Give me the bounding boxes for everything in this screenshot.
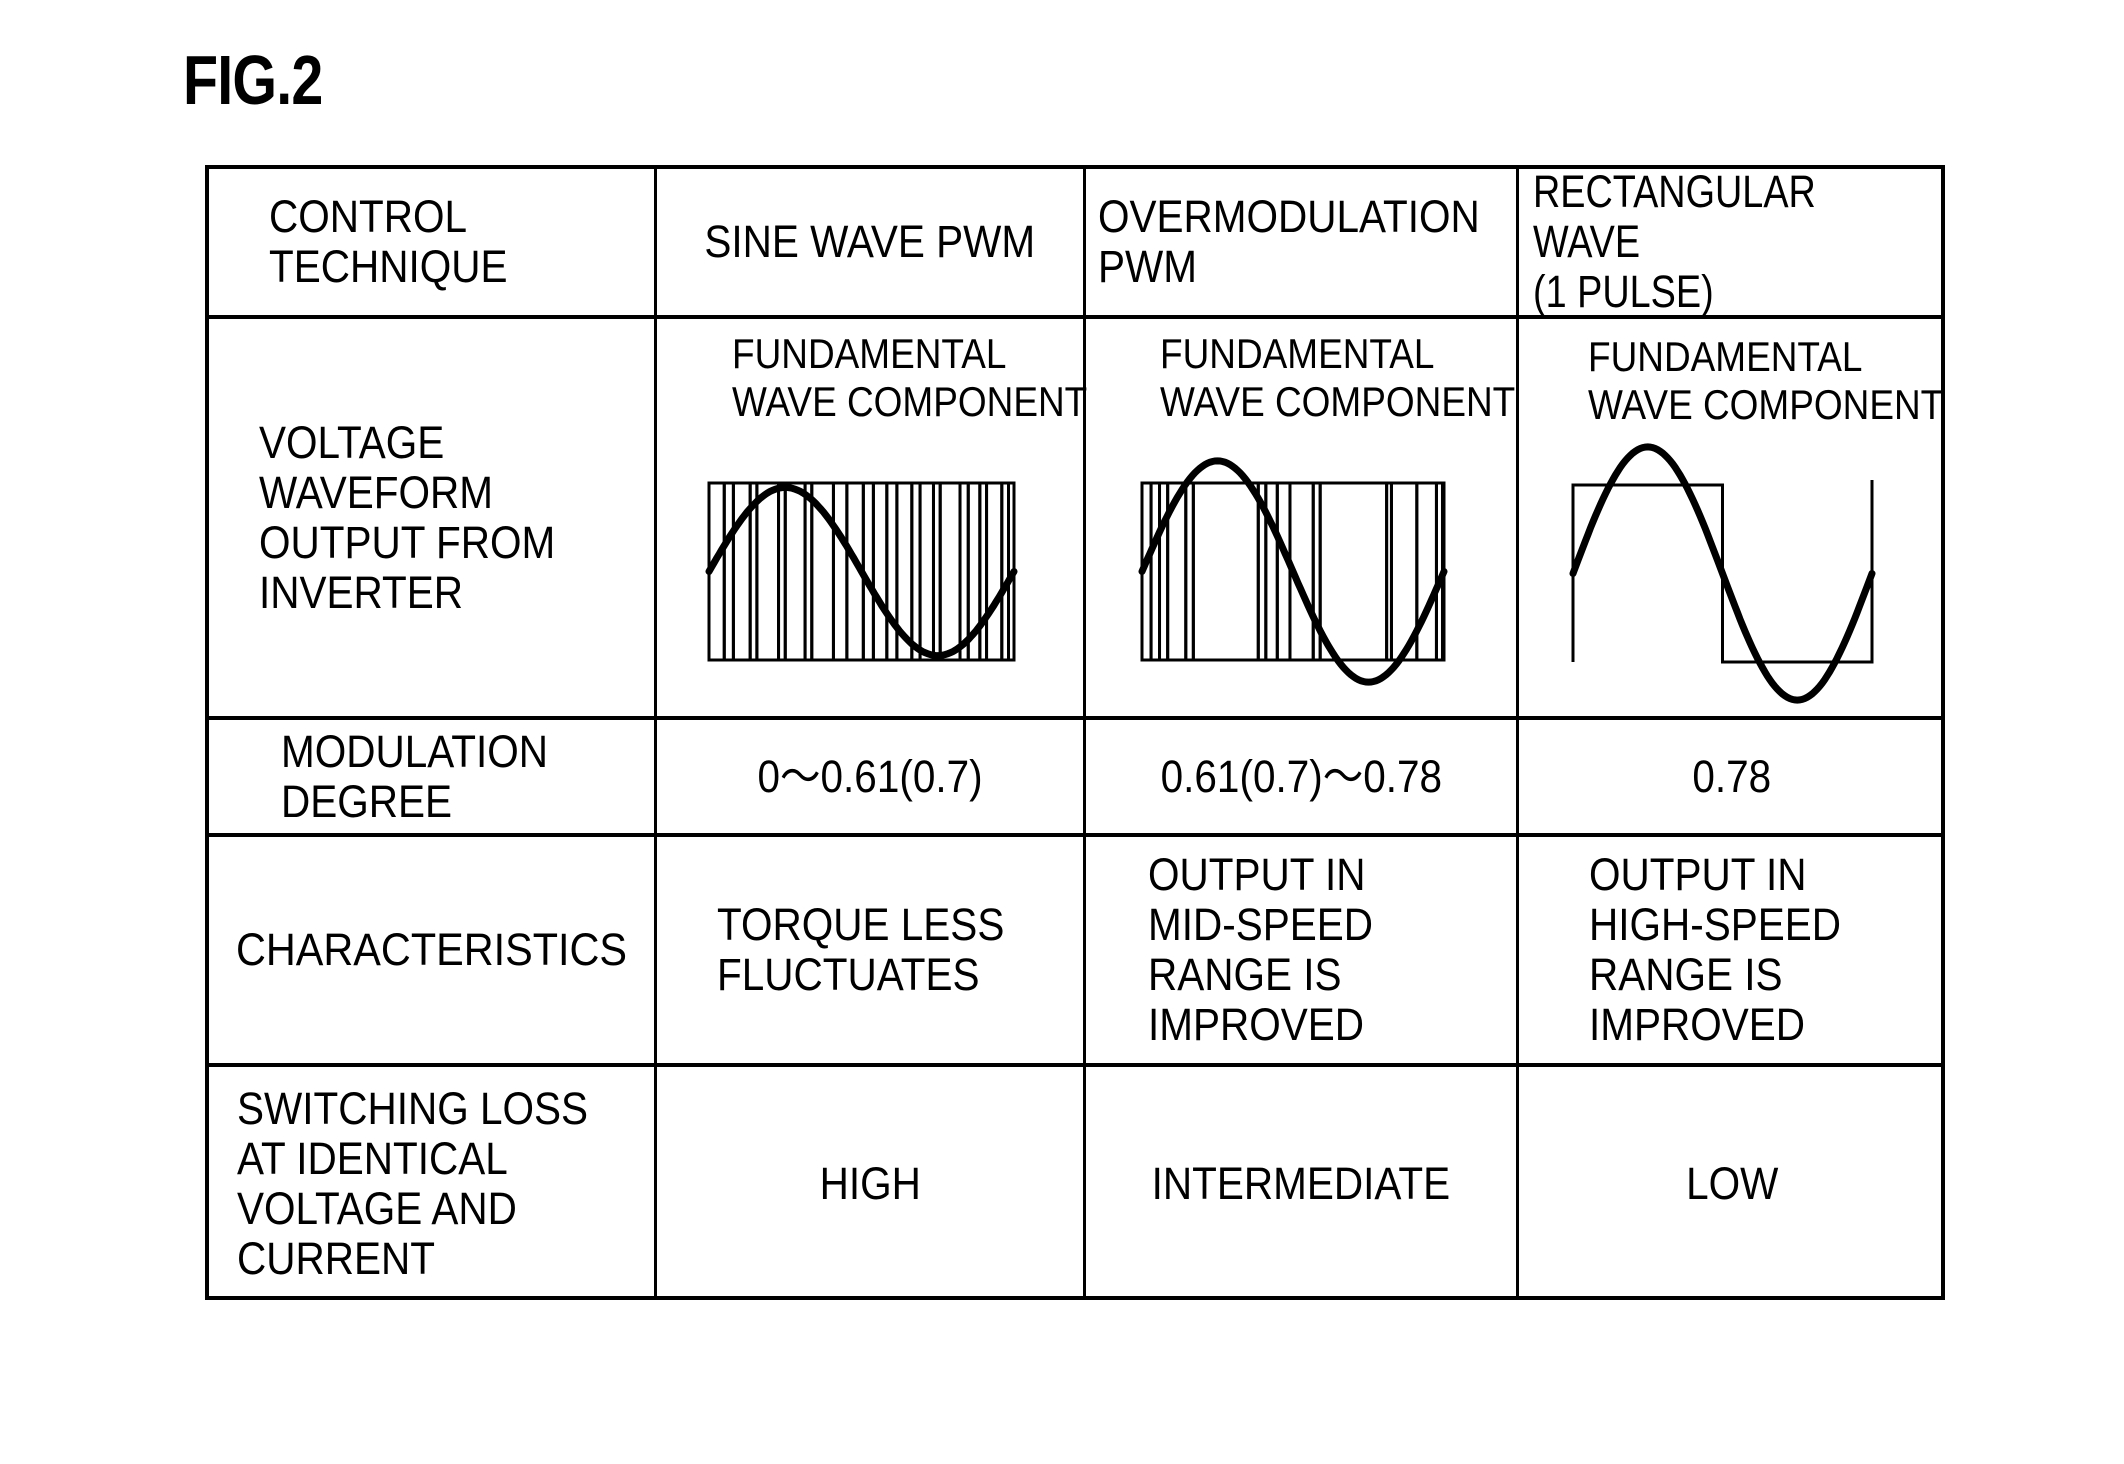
pwm-pulse-low bbox=[885, 481, 899, 662]
characteristics-overmodulation: OUTPUT IN MID-SPEED RANGE IS IMPROVED bbox=[1086, 837, 1516, 1063]
modulation-degree-value: 0～0.61(0.7) bbox=[757, 750, 983, 802]
pwm-pulse-high bbox=[938, 481, 962, 662]
switching-loss-rectangular: LOW bbox=[1519, 1067, 1945, 1300]
modulation-degree-sine-pwm: 0～0.61(0.7) bbox=[657, 720, 1083, 833]
row-header-switching-loss: SWITCHING LOSS AT IDENTICAL VOLTAGE AND … bbox=[209, 1067, 654, 1300]
characteristics-text: OUTPUT IN HIGH-SPEED RANGE IS IMPROVED bbox=[1589, 849, 1842, 1050]
modulation-degree-value: 0.61(0.7)～0.78 bbox=[1160, 750, 1442, 802]
pwm-pulse-high bbox=[871, 481, 889, 662]
switching-loss-value: HIGH bbox=[819, 1157, 921, 1209]
fundamental-wave-label-overmodulation: FUNDAMENTAL WAVE COMPONENT bbox=[1160, 330, 1516, 425]
switching-loss-value: INTERMEDIATE bbox=[1151, 1157, 1451, 1209]
row-header-voltage-waveform: VOLTAGE WAVEFORM OUTPUT FROM INVERTER bbox=[209, 319, 654, 716]
pwm-pulse-high bbox=[1275, 481, 1292, 662]
overmodulation-pwm-waveform-diagram bbox=[1138, 457, 1448, 686]
row-header-label: MODULATION DEGREE bbox=[281, 725, 549, 827]
switching-loss-value: LOW bbox=[1685, 1157, 1779, 1209]
fundamental-wave-label-sine-pwm: FUNDAMENTAL WAVE COMPONENT bbox=[732, 330, 1088, 425]
row-header-control-technique: CONTROL TECHNIQUE bbox=[209, 169, 654, 315]
pwm-pulse-high bbox=[1415, 481, 1438, 662]
row-header-label: VOLTAGE WAVEFORM OUTPUT FROM INVERTER bbox=[259, 416, 556, 618]
header-cell-overmodulation-pwm: OVERMODULATION PWM bbox=[1086, 169, 1516, 315]
row-header-label: CHARACTERISTICS bbox=[235, 924, 628, 975]
switching-loss-sine-pwm: HIGH bbox=[657, 1067, 1083, 1300]
figure-title: FIG.2 bbox=[183, 41, 323, 119]
pwm-pulse-high bbox=[985, 481, 1004, 662]
switching-loss-overmodulation: INTERMEDIATE bbox=[1086, 1067, 1516, 1300]
column-header-label: RECTANGULAR WAVE (1 PULSE) bbox=[1533, 166, 1816, 317]
header-cell-sine-wave-pwm: SINE WAVE PWM bbox=[657, 169, 1083, 315]
pwm-pulse-low bbox=[1318, 481, 1389, 662]
row-header-label: SWITCHING LOSS AT IDENTICAL VOLTAGE AND … bbox=[237, 1082, 589, 1284]
row-header-label: CONTROL TECHNIQUE bbox=[269, 191, 508, 292]
characteristics-text: OUTPUT IN MID-SPEED RANGE IS IMPROVED bbox=[1148, 849, 1374, 1050]
row-header-characteristics: CHARACTERISTICS bbox=[209, 837, 654, 1063]
pwm-pulse-high bbox=[755, 481, 781, 662]
modulation-degree-rectangular: 0.78 bbox=[1519, 720, 1945, 833]
rectangular-wave-waveform-diagram bbox=[1569, 443, 1876, 704]
modulation-degree-overmodulation: 0.61(0.7)～0.78 bbox=[1086, 720, 1516, 833]
pwm-pulse-high bbox=[918, 481, 935, 662]
characteristics-rectangular: OUTPUT IN HIGH-SPEED RANGE IS IMPROVED bbox=[1519, 837, 1945, 1063]
sine-pwm-waveform-diagram bbox=[705, 481, 1018, 662]
row-header-modulation-degree: MODULATION DEGREE bbox=[209, 720, 654, 833]
modulation-degree-value: 0.78 bbox=[1692, 750, 1772, 802]
pwm-pulse-low bbox=[831, 481, 849, 662]
header-cell-rectangular-wave: RECTANGULAR WAVE (1 PULSE) bbox=[1519, 166, 1945, 317]
pwm-pulse-low bbox=[1191, 481, 1260, 662]
pwm-pulse-high bbox=[783, 481, 807, 662]
column-header-label: OVERMODULATION PWM bbox=[1098, 191, 1480, 292]
characteristics-text: TORQUE LESS FLUCTUATES bbox=[717, 899, 1005, 1000]
column-header-label: SINE WAVE PWM bbox=[704, 216, 1036, 267]
fundamental-sine-curve bbox=[1138, 457, 1448, 686]
characteristics-sine-pwm: TORQUE LESS FLUCTUATES bbox=[657, 837, 1083, 1063]
